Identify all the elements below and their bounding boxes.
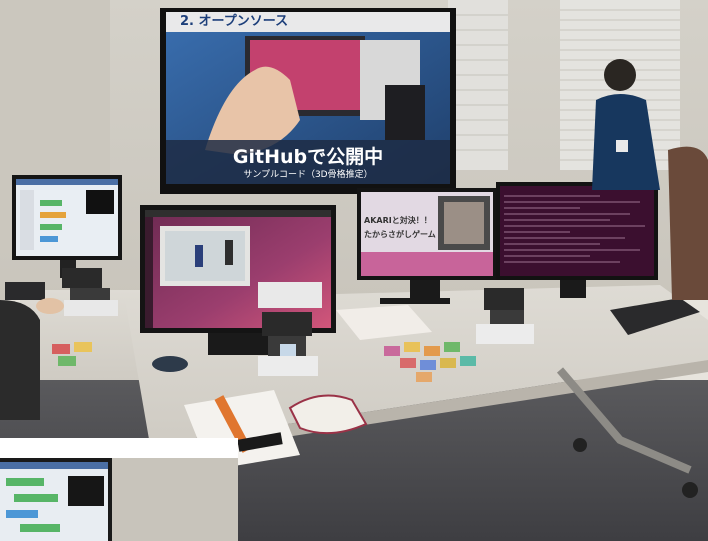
window-blinds-center [448, 0, 508, 170]
game-title-line1: AKARIと対決！！ [364, 216, 432, 225]
game-title-line2: たからさがしゲーム [364, 230, 436, 239]
slide-subline: サンプルコード（3D骨格推定） [243, 170, 373, 180]
slide-header: 2. オープンソース [180, 14, 289, 29]
slide-headline: GitHubで公開中 [232, 146, 384, 168]
booth-photo: 2. オープンソース GitHubで公開中 サンプルコード（3D骨格推定） AK… [0, 0, 708, 541]
mouse-icon [152, 356, 188, 372]
inset-monitor [0, 458, 238, 541]
person-right-edge [668, 146, 708, 300]
